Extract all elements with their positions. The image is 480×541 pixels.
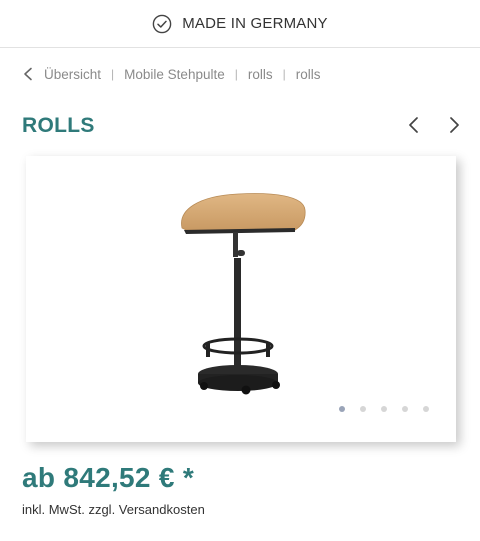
made-in-germany-label: MADE IN GERMANY [182,15,328,32]
gallery-dot-2[interactable] [360,406,366,412]
breadcrumb: Übersicht | Mobile Stehpulte | rolls | r… [22,64,321,84]
breadcrumb-item-uebersicht[interactable]: Übersicht [44,67,101,82]
top-banner: MADE IN GERMANY [0,0,480,48]
check-circle-icon [152,14,172,33]
breadcrumb-item-mobile-stehpulte[interactable]: Mobile Stehpulte [124,67,225,82]
gallery-dot-1[interactable] [339,406,345,412]
product-price: ab 842,52 € * [22,462,195,493]
page-title: ROLLS [22,114,95,137]
gallery-dot-4[interactable] [402,406,408,412]
gallery-pagination [339,406,444,412]
product-image[interactable] [176,174,316,398]
gallery-dot-3[interactable] [381,406,387,412]
tax-shipping-note: inkl. MwSt. zzgl. Versandkosten [22,502,205,517]
chevron-left-icon[interactable] [22,67,34,81]
breadcrumb-item-rolls[interactable]: rolls [248,67,273,82]
gallery-dot-5[interactable] [423,406,429,412]
breadcrumb-separator: | [234,67,238,81]
breadcrumb-separator: | [111,67,115,81]
breadcrumb-separator: | [282,67,286,81]
breadcrumb-item-rolls-current[interactable]: rolls [296,67,321,82]
product-image-gallery[interactable] [26,156,456,442]
previous-arrow-icon[interactable] [404,115,424,135]
next-arrow-icon[interactable] [444,115,464,135]
